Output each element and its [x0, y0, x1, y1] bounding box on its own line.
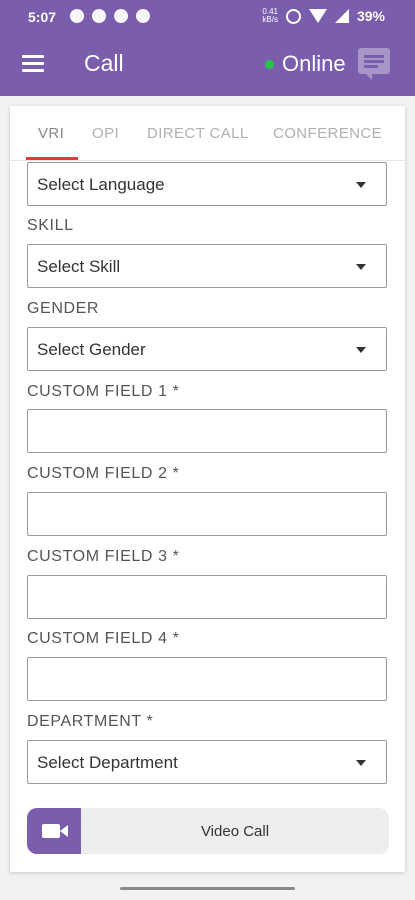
alarm-icon: [285, 8, 301, 24]
skill-label: SKILL: [27, 217, 74, 234]
call-tabs: VRI OPI DIRECT CALL CONFERENCE: [10, 106, 405, 161]
custom-field-2-input[interactable]: [27, 492, 387, 536]
dropdown-arrow-icon: [356, 264, 366, 270]
gender-label: GENDER: [27, 300, 100, 317]
language-select-value: Select Language: [37, 175, 165, 194]
system-icons: 0.41 kB/s 39%: [262, 7, 385, 25]
notification-icons: [70, 9, 150, 23]
custom-field-3-label: CUSTOM FIELD 3 *: [27, 548, 180, 565]
video-camera-icon: [27, 808, 81, 854]
home-indicator[interactable]: [120, 887, 295, 890]
custom-field-1-label: CUSTOM FIELD 1 *: [27, 383, 180, 400]
app-bar: Call Online: [0, 36, 415, 96]
tab-opi[interactable]: OPI: [92, 125, 119, 142]
custom-field-4-input[interactable]: [27, 657, 387, 701]
dropdown-arrow-icon: [356, 182, 366, 188]
battery-percent: 39%: [356, 8, 385, 24]
online-status: Online: [265, 51, 346, 77]
tab-conference[interactable]: CONFERENCE: [273, 125, 382, 142]
top-bar: 5:07 0.41 kB/s 39% Call Online: [0, 0, 415, 96]
dropdown-arrow-icon: [356, 347, 366, 353]
status-time: 5:07: [28, 9, 57, 25]
custom-field-1-input[interactable]: [27, 409, 387, 453]
call-form-card: VRI OPI DIRECT CALL CONFERENCE Select La…: [10, 106, 405, 872]
wifi-icon: [308, 9, 327, 23]
online-status-text: Online: [282, 51, 346, 76]
snapchat-icon: [92, 9, 106, 23]
video-call-label: Video Call: [200, 823, 270, 840]
snapchat-icon: [114, 9, 128, 23]
department-select[interactable]: Select Department: [27, 740, 387, 784]
skill-select[interactable]: Select Skill: [27, 244, 387, 288]
tab-direct-call[interactable]: DIRECT CALL: [147, 125, 249, 142]
custom-field-4-label: CUSTOM FIELD 4 *: [27, 630, 180, 647]
page-title: Call: [84, 50, 124, 76]
custom-field-2-label: CUSTOM FIELD 2 *: [27, 465, 180, 482]
messenger-icon: [136, 9, 150, 23]
chat-icon[interactable]: [358, 48, 390, 80]
status-bar: 5:07 0.41 kB/s 39%: [0, 0, 415, 36]
gender-select-value: Select Gender: [37, 340, 146, 359]
department-label: DEPARTMENT *: [27, 713, 154, 730]
language-select[interactable]: Select Language: [27, 162, 387, 206]
dropdown-arrow-icon: [356, 760, 366, 766]
network-speed: 0.41 kB/s: [262, 7, 278, 24]
video-call-button[interactable]: Video Call: [27, 808, 389, 854]
skill-select-value: Select Skill: [37, 257, 121, 276]
tab-vri[interactable]: VRI: [38, 125, 64, 142]
whatsapp-icon: [70, 9, 84, 23]
active-tab-indicator: [26, 157, 78, 160]
signal-icon: [334, 9, 349, 23]
custom-field-3-input[interactable]: [27, 575, 387, 619]
menu-icon[interactable]: [22, 55, 44, 73]
online-dot-icon: [265, 59, 274, 69]
gender-select[interactable]: Select Gender: [27, 327, 387, 371]
department-select-value: Select Department: [37, 753, 178, 772]
